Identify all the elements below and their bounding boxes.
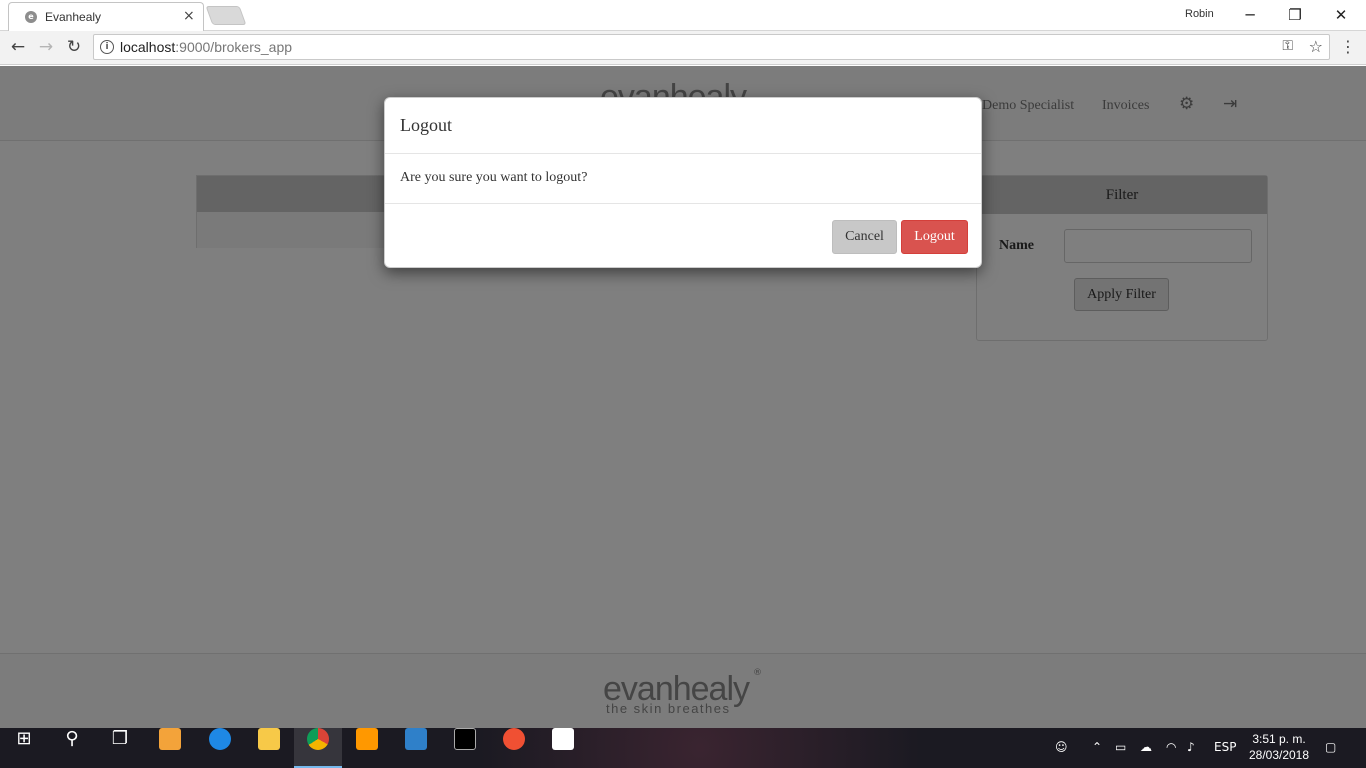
bookmark-star-icon[interactable]: ☆ bbox=[1309, 37, 1323, 56]
git-icon[interactable] bbox=[490, 728, 538, 768]
tab-title: Evanhealy bbox=[45, 10, 102, 24]
favicon-icon: e bbox=[25, 11, 37, 23]
clock-date: 28/03/2018 bbox=[1248, 748, 1310, 762]
sticky-notes-icon[interactable] bbox=[539, 728, 587, 768]
address-bar[interactable]: i localhost:9000/brokers_app ⚿ ☆ bbox=[93, 34, 1330, 60]
url-text[interactable]: localhost:9000/brokers_app bbox=[120, 39, 292, 55]
tab-close-icon[interactable]: × bbox=[183, 8, 195, 24]
vscode-icon[interactable] bbox=[392, 728, 440, 768]
modal-body: Are you sure you want to logout? bbox=[385, 154, 981, 204]
sublime-icon[interactable] bbox=[343, 728, 391, 768]
minimize-button[interactable]: ─ bbox=[1235, 4, 1265, 26]
volume-icon[interactable]: ♪ bbox=[1187, 740, 1195, 754]
modal-message: Are you sure you want to logout? bbox=[400, 170, 588, 185]
logout-button[interactable]: Logout bbox=[901, 220, 968, 254]
logout-modal: Logout Are you sure you want to logout? … bbox=[384, 97, 982, 268]
modal-title: Logout bbox=[400, 115, 452, 135]
modal-header: Logout bbox=[385, 98, 981, 154]
people-icon[interactable]: ☺ bbox=[1055, 740, 1068, 754]
new-tab-button[interactable] bbox=[205, 6, 247, 25]
clock[interactable]: 3:51 p. m. 28/03/2018 bbox=[1244, 731, 1314, 763]
wifi-icon[interactable]: ◠ bbox=[1166, 740, 1176, 754]
browser-toolbar: ← → ↻ i localhost:9000/brokers_app ⚿ ☆ ⋮ bbox=[0, 31, 1366, 65]
start-icon[interactable]: ⊞ bbox=[0, 728, 48, 768]
profile-name[interactable]: Robin bbox=[1185, 8, 1214, 20]
file-explorer-icon[interactable] bbox=[245, 728, 293, 768]
forward-icon[interactable]: → bbox=[34, 36, 58, 58]
onedrive-icon[interactable]: ☁ bbox=[1140, 740, 1152, 754]
browser-tab[interactable]: e Evanhealy × bbox=[8, 2, 204, 31]
reload-icon[interactable]: ↻ bbox=[62, 36, 86, 58]
notifications-icon[interactable]: ▢ bbox=[1325, 740, 1336, 754]
chrome-icon[interactable] bbox=[294, 728, 342, 768]
edge-icon[interactable] bbox=[196, 728, 244, 768]
restore-button[interactable]: ❐ bbox=[1280, 4, 1310, 26]
battery-icon[interactable]: ▭ bbox=[1115, 740, 1126, 754]
key-icon[interactable]: ⚿ bbox=[1282, 38, 1293, 54]
browser-menu-icon[interactable]: ⋮ bbox=[1340, 37, 1356, 56]
clock-time: 3:51 p. m. bbox=[1252, 732, 1306, 746]
terminal-icon[interactable] bbox=[441, 728, 489, 768]
back-icon[interactable]: ← bbox=[6, 36, 30, 58]
search-icon[interactable]: ⚲ bbox=[48, 728, 96, 768]
chevron-up-icon[interactable]: ⌃ bbox=[1092, 740, 1102, 754]
browser-titlebar: e Evanhealy × Robin ─ ❐ ✕ bbox=[0, 0, 1366, 31]
store-icon[interactable] bbox=[146, 728, 194, 768]
task-view-icon[interactable]: ❐ bbox=[96, 728, 144, 768]
site-info-icon[interactable]: i bbox=[100, 40, 114, 54]
cancel-button[interactable]: Cancel bbox=[832, 220, 897, 254]
language-indicator[interactable]: ESP bbox=[1214, 740, 1236, 754]
taskbar: ⊞ ⚲ ❐ ☺ ⌃ ▭ ☁ ◠ ♪ ESP 3:51 p. m. 28/03/2… bbox=[0, 728, 1366, 768]
close-window-button[interactable]: ✕ bbox=[1326, 4, 1356, 26]
